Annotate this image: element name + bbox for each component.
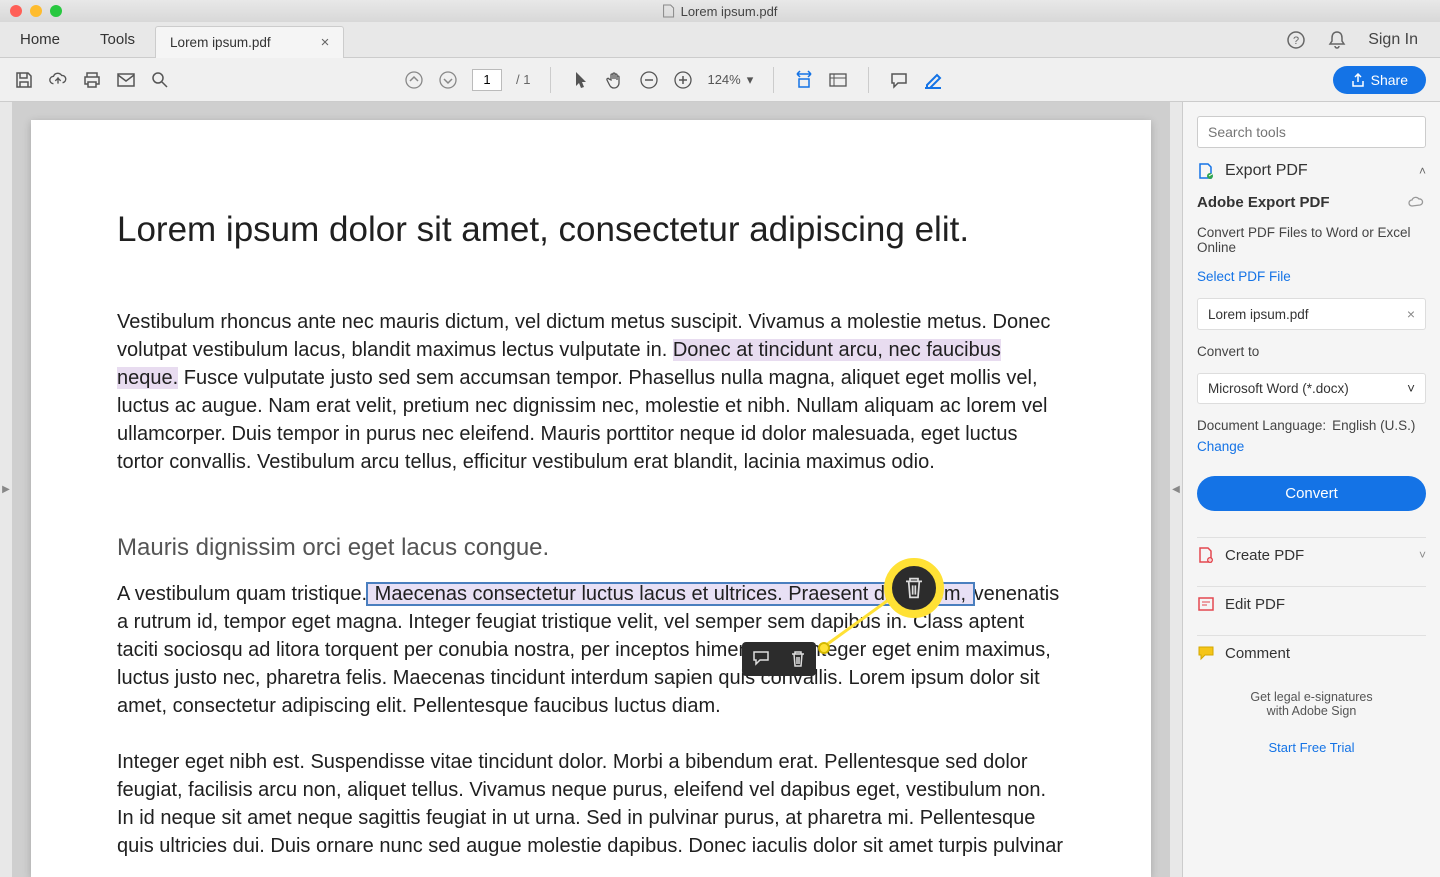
zoom-out-icon[interactable] — [639, 70, 659, 90]
pdf-page: Lorem ipsum dolor sit amet, consectetur … — [31, 120, 1151, 877]
promo-line-1: Get legal e-signatures — [1197, 690, 1426, 704]
svg-text:?: ? — [1293, 35, 1299, 47]
document-cloud-icon[interactable] — [1408, 194, 1426, 210]
paragraph-2-text-a: A vestibulum quam tristique. — [117, 583, 367, 605]
comment-icon[interactable] — [889, 70, 909, 90]
document-tab[interactable]: Lorem ipsum.pdf × — [155, 26, 344, 58]
sign-in-link[interactable]: Sign In — [1368, 31, 1418, 49]
document-tab-label: Lorem ipsum.pdf — [170, 35, 271, 50]
help-icon[interactable]: ? — [1286, 30, 1306, 50]
page-down-icon[interactable] — [438, 70, 458, 90]
convert-to-label: Convert to — [1197, 344, 1426, 359]
select-pdf-file-link[interactable]: Select PDF File — [1197, 269, 1426, 284]
share-button-label: Share — [1371, 72, 1408, 88]
save-icon[interactable] — [14, 70, 34, 90]
annotation-toolbar — [742, 642, 816, 676]
edit-pdf-row[interactable]: Edit PDF — [1197, 586, 1426, 621]
comment-label: Comment — [1225, 645, 1290, 662]
export-pdf-label: Export PDF — [1225, 162, 1308, 180]
fit-width-icon[interactable] — [794, 70, 814, 90]
trash-icon[interactable] — [790, 650, 806, 668]
zoom-select[interactable]: 124% ▾ — [707, 72, 753, 88]
close-tab-icon[interactable]: × — [321, 34, 330, 51]
right-panel-toggle[interactable]: ◀ — [1170, 102, 1182, 877]
convert-format-value: Microsoft Word (*.docx) — [1208, 381, 1349, 396]
home-tab[interactable]: Home — [0, 22, 80, 57]
select-tool-icon[interactable] — [571, 70, 591, 90]
close-window-button[interactable] — [10, 5, 22, 17]
page-display-icon[interactable] — [828, 70, 848, 90]
start-free-trial-link[interactable]: Start Free Trial — [1197, 740, 1426, 755]
search-icon[interactable] — [150, 70, 170, 90]
promo-line-2: with Adobe Sign — [1197, 704, 1426, 718]
chevron-right-icon: ▶ — [2, 484, 10, 495]
paragraph-1-text-b: Fusce vulputate justo sed sem accumsan t… — [117, 367, 1047, 473]
hand-tool-icon[interactable] — [605, 70, 625, 90]
print-icon[interactable] — [82, 70, 102, 90]
chevron-down-icon: ˅ — [1419, 548, 1426, 562]
export-pdf-section-header[interactable]: Export PDF ˄ — [1197, 162, 1426, 180]
document-language-value: English (U.S.) — [1332, 418, 1415, 433]
highlight-icon[interactable] — [923, 70, 943, 90]
promo-text: Get legal e-signatures with Adobe Sign S… — [1197, 690, 1426, 755]
zoom-value: 124% — [707, 72, 740, 87]
pdf-file-icon — [663, 4, 675, 18]
comment-tool-icon — [1197, 644, 1215, 662]
callout-trash-highlight — [884, 558, 944, 618]
window-controls — [10, 5, 62, 17]
chevron-left-icon: ◀ — [1172, 484, 1180, 495]
left-panel-toggle[interactable]: ▶ — [0, 102, 12, 877]
bell-icon[interactable] — [1328, 30, 1346, 50]
export-title: Adobe Export PDF — [1197, 194, 1330, 211]
edit-pdf-icon — [1197, 595, 1215, 613]
share-button[interactable]: Share — [1333, 66, 1426, 94]
page-up-icon[interactable] — [404, 70, 424, 90]
right-panel: Export PDF ˄ Adobe Export PDF Convert PD… — [1182, 102, 1440, 877]
trash-icon — [903, 576, 925, 600]
page-total-label: / 1 — [516, 72, 530, 87]
clear-file-icon[interactable]: × — [1407, 306, 1415, 322]
create-pdf-label: Create PDF — [1225, 547, 1304, 564]
zoom-in-icon[interactable] — [673, 70, 693, 90]
titlebar: Lorem ipsum.pdf — [0, 0, 1440, 22]
window-title-text: Lorem ipsum.pdf — [681, 4, 778, 19]
paragraph-1: Vestibulum rhoncus ante nec mauris dictu… — [117, 308, 1065, 476]
paragraph-3: Integer eget nibh est. Suspendisse vitae… — [117, 748, 1065, 860]
chevron-down-icon: ˅ — [1407, 381, 1415, 396]
main-area: ▶ Lorem ipsum dolor sit amet, consectetu… — [0, 102, 1440, 877]
minimize-window-button[interactable] — [30, 5, 42, 17]
cloud-upload-icon[interactable] — [48, 70, 68, 90]
document-heading: Lorem ipsum dolor sit amet, consectetur … — [117, 210, 1065, 250]
share-icon — [1351, 73, 1365, 87]
create-pdf-row[interactable]: Create PDF ˅ — [1197, 537, 1426, 572]
maximize-window-button[interactable] — [50, 5, 62, 17]
page-number-input[interactable] — [472, 69, 502, 91]
chevron-down-icon: ▾ — [747, 72, 754, 88]
export-subtitle: Convert PDF Files to Word or Excel Onlin… — [1197, 225, 1426, 255]
change-language-link[interactable]: Change — [1197, 439, 1244, 454]
convert-format-select[interactable]: Microsoft Word (*.docx) ˅ — [1197, 373, 1426, 404]
document-language-label: Document Language: — [1197, 418, 1326, 433]
selected-file-name: Lorem ipsum.pdf — [1208, 307, 1309, 322]
toolbar: / 1 124% ▾ Share — [0, 58, 1440, 102]
tools-tab[interactable]: Tools — [80, 22, 155, 57]
mail-icon[interactable] — [116, 70, 136, 90]
highlight-selected[interactable]: Maecenas consectetur luctus lacus et ult… — [367, 583, 974, 605]
search-tools-input[interactable] — [1197, 116, 1426, 148]
selected-file-box: Lorem ipsum.pdf × — [1197, 298, 1426, 330]
menubar: Home Tools Lorem ipsum.pdf × ? Sign In — [0, 22, 1440, 58]
add-note-icon[interactable] — [752, 650, 770, 668]
window-title: Lorem ipsum.pdf — [663, 4, 778, 19]
comment-row[interactable]: Comment — [1197, 635, 1426, 670]
document-area[interactable]: Lorem ipsum dolor sit amet, consectetur … — [12, 102, 1170, 877]
edit-pdf-label: Edit PDF — [1225, 596, 1285, 613]
convert-button[interactable]: Convert — [1197, 476, 1426, 511]
export-pdf-icon — [1197, 162, 1215, 180]
document-subheading: Mauris dignissim orci eget lacus congue. — [117, 534, 1065, 562]
chevron-up-icon: ˄ — [1419, 164, 1426, 178]
create-pdf-icon — [1197, 546, 1215, 564]
